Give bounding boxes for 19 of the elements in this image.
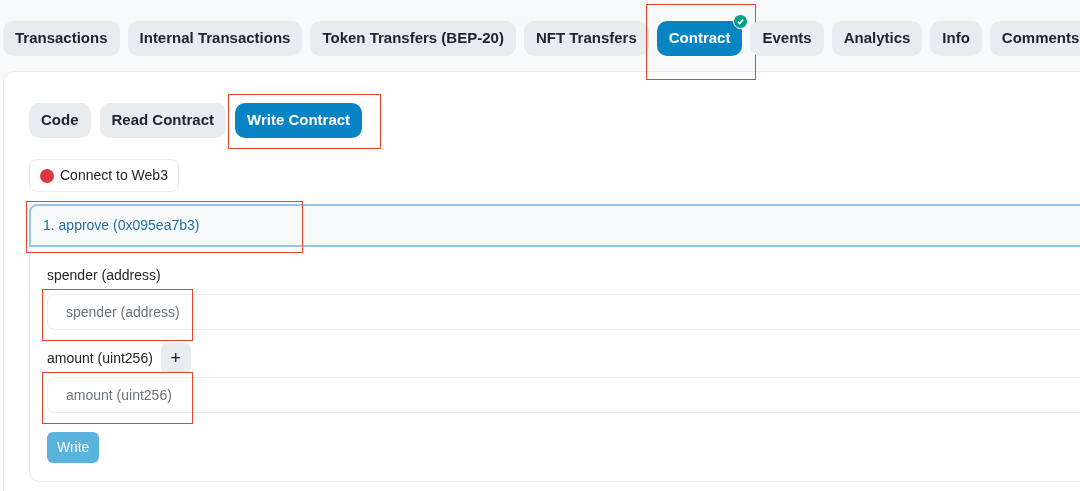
field-label: spender (address) — [47, 265, 161, 285]
tab[interactable]: Analytics — [831, 21, 923, 56]
input-field[interactable]: spender (address) — [47, 294, 1080, 330]
tab[interactable]: Token Transfers (BEP-20) — [310, 21, 516, 56]
tab[interactable]: NFT Transfers — [523, 21, 649, 56]
function-header[interactable]: 1. approve (0x095ea7b3) — [29, 204, 1080, 247]
input-field[interactable]: amount (uint256) — [47, 377, 1080, 413]
tab[interactable]: Internal Transactions — [127, 21, 303, 56]
tab[interactable]: Code — [29, 103, 91, 138]
tab[interactable]: Write Contract — [235, 103, 363, 138]
tab[interactable]: Events — [750, 21, 824, 56]
field-label: amount (uint256) — [47, 348, 153, 368]
add-button[interactable]: + — [160, 343, 191, 373]
tab[interactable]: Read Contract — [99, 103, 227, 138]
tab[interactable]: Transactions — [3, 21, 120, 56]
tab[interactable]: Contract — [656, 21, 743, 56]
tab[interactable]: Info — [930, 21, 982, 56]
tab[interactable]: Comments — [989, 21, 1080, 56]
connect-button[interactable]: Connect to Web3 — [29, 159, 179, 192]
